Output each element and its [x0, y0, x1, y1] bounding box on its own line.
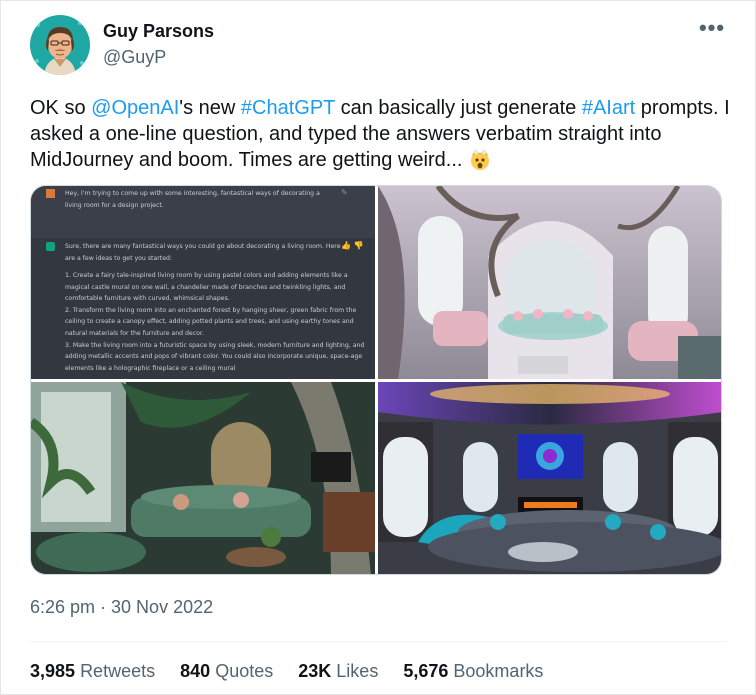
- author-name[interactable]: Guy Parsons: [103, 21, 214, 42]
- tweet-text: OK so @OpenAI's new #ChatGPT can basical…: [30, 95, 730, 173]
- chat-answer-list: 1. Create a fairy tale-inspired living r…: [65, 270, 365, 374]
- avatar-illustration: [30, 15, 90, 75]
- author-handle[interactable]: @GuyP: [103, 47, 166, 68]
- exploding-head-emoji-icon: [468, 147, 492, 171]
- user-avatar-icon: [46, 189, 55, 198]
- fairy-tale-living-room-image[interactable]: [378, 186, 721, 379]
- retweets-stat[interactable]: 3,985 Retweets: [30, 661, 155, 682]
- divider: [30, 641, 727, 642]
- more-options-icon[interactable]: •••: [698, 17, 726, 45]
- tweet-text-part: OK so: [30, 97, 92, 119]
- mention-link[interactable]: @OpenAI: [91, 97, 179, 119]
- tweet-timestamp[interactable]: 6:26 pm · 30 Nov 2022: [30, 597, 213, 618]
- edit-icon: ✎: [341, 188, 348, 197]
- enchanted-forest-living-room-image[interactable]: [31, 382, 375, 574]
- chatgpt-screenshot-image[interactable]: Hey, I'm trying to come up with some int…: [31, 186, 375, 379]
- retweets-count: 3,985: [30, 661, 76, 681]
- chat-answer-item: 3. Make the living room into a futuristi…: [65, 341, 365, 372]
- futuristic-living-room-image[interactable]: [378, 382, 721, 574]
- quotes-label: Quotes: [215, 661, 274, 681]
- bookmarks-count: 5,676: [403, 661, 449, 681]
- quotes-count: 840: [180, 661, 211, 681]
- likes-count: 23K: [298, 661, 332, 681]
- engagement-stats: 3,985 Retweets 840 Quotes 23K Likes 5,67…: [30, 661, 563, 682]
- bookmarks-label: Bookmarks: [453, 661, 544, 681]
- likes-label: Likes: [336, 661, 379, 681]
- retweets-label: Retweets: [80, 661, 156, 681]
- tweet-text-part: can basically just generate: [335, 97, 582, 119]
- bookmarks-stat[interactable]: 5,676 Bookmarks: [403, 661, 543, 682]
- quotes-stat[interactable]: 840 Quotes: [180, 661, 273, 682]
- likes-stat[interactable]: 23K Likes: [298, 661, 378, 682]
- tweet-text-part: 's new: [179, 97, 241, 119]
- tweet-card: Guy Parsons @GuyP ••• OK so @OpenAI's ne…: [0, 0, 756, 695]
- hashtag-link-aiart[interactable]: #AIart: [582, 97, 635, 119]
- chat-question: Hey, I'm trying to come up with some int…: [65, 190, 320, 209]
- chat-answer-item: 1. Create a fairy tale-inspired living r…: [65, 272, 348, 303]
- thumbs-icon: 👍 👎: [341, 241, 364, 250]
- chat-answer-item: 2. Transform the living room into an enc…: [65, 306, 357, 337]
- chatgpt-avatar-icon: [46, 242, 55, 251]
- hashtag-link-chatgpt[interactable]: #ChatGPT: [241, 97, 335, 119]
- chat-answer-intro: Sure, there are many fantastical ways yo…: [65, 243, 341, 262]
- avatar[interactable]: [30, 15, 90, 75]
- media-grid[interactable]: Hey, I'm trying to come up with some int…: [30, 185, 722, 575]
